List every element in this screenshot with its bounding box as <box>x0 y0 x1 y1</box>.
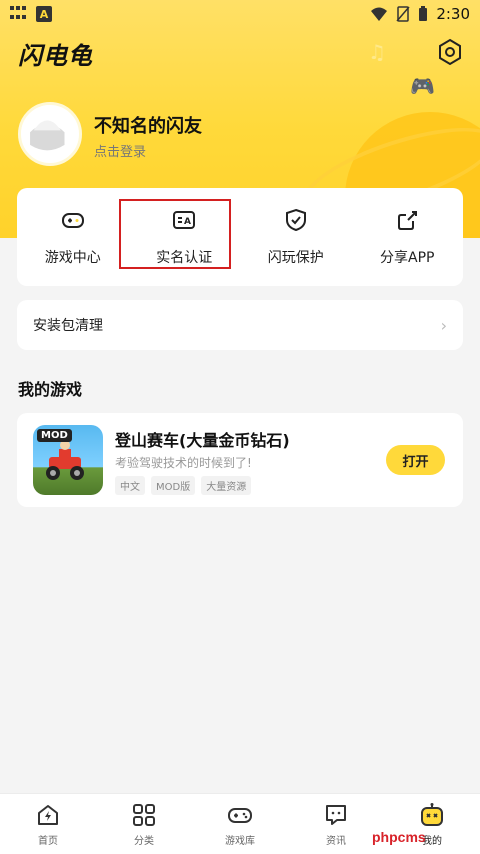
music-note-icon: ♫ <box>368 40 386 64</box>
news-chat-icon <box>326 804 346 825</box>
category-grid-icon <box>133 803 155 826</box>
mod-badge: MOD <box>37 429 72 442</box>
package-clean-row[interactable]: 安装包清理 › <box>17 300 463 350</box>
game-tag: 大量资源 <box>201 476 252 495</box>
nav-game-library[interactable]: 游戏库 <box>200 802 280 847</box>
gamepad-icon <box>228 807 252 823</box>
id-card-icon: A <box>173 211 196 229</box>
game-description: 考验驾驶技术的时候到了! <box>115 456 252 470</box>
quick-action-share[interactable]: 分享APP <box>352 207 462 267</box>
quick-action-game-center[interactable]: 游戏中心 <box>18 207 128 267</box>
watermark: phpcms <box>372 829 426 845</box>
status-bar: A 2:30 <box>0 0 480 28</box>
gamepad-icon <box>61 213 84 228</box>
login-hint[interactable]: 点击登录 <box>94 141 146 160</box>
gamepad-deco-icon: 🎮 <box>410 74 435 98</box>
home-lightning-icon <box>38 804 58 825</box>
app-title: 闪电龟 <box>18 42 93 70</box>
game-name: 登山赛车(大量金币钻石) <box>115 431 290 450</box>
username[interactable]: 不知名的闪友 <box>94 112 202 138</box>
game-tag: 中文 <box>115 476 145 495</box>
avatar[interactable] <box>18 102 82 166</box>
nav-home[interactable]: 首页 <box>8 802 88 847</box>
section-title-my-games: 我的游戏 <box>18 380 83 399</box>
package-clean-label: 安装包清理 <box>33 318 103 334</box>
quick-action-label: 闪玩保护 <box>267 250 324 266</box>
game-icon: MOD <box>33 425 103 495</box>
nav-news[interactable]: 资讯 <box>296 802 376 847</box>
quick-action-protection[interactable]: 闪玩保护 <box>241 207 351 267</box>
battery-icon <box>419 6 428 21</box>
nav-label: 游戏库 <box>225 835 255 847</box>
quick-action-label: 游戏中心 <box>44 250 101 266</box>
quick-action-label: 实名认证 <box>156 250 213 266</box>
quick-action-label: 分享APP <box>380 250 435 266</box>
game-card[interactable]: MOD 登山赛车(大量金币钻石) 考验驾驶技术的时候到了! 中文 MOD版 大量… <box>17 413 463 507</box>
status-time: 2:30 <box>436 5 470 23</box>
nav-category[interactable]: 分类 <box>104 802 184 847</box>
wifi-icon <box>371 7 388 21</box>
quick-actions-card: 游戏中心 A 实名认证 闪玩保护 分享APP <box>17 188 463 286</box>
nav-label: 首页 <box>38 835 58 847</box>
share-icon <box>398 211 418 230</box>
chevron-right-icon: › <box>440 315 447 335</box>
quick-action-real-name[interactable]: A 实名认证 <box>129 207 239 267</box>
robot-mascot-icon <box>421 802 443 826</box>
settings-icon[interactable] <box>436 38 464 66</box>
a-notification-icon: A <box>36 6 52 22</box>
app-grid-icon <box>10 6 28 22</box>
shield-check-icon <box>285 208 306 232</box>
game-tag: MOD版 <box>151 476 196 495</box>
no-sim-icon <box>396 6 410 22</box>
svg-text:A: A <box>184 217 191 227</box>
open-game-button[interactable]: 打开 <box>386 445 445 475</box>
game-tags: 中文 MOD版 大量资源 <box>115 476 252 495</box>
nav-label: 分类 <box>134 835 154 847</box>
nav-label: 资讯 <box>326 835 346 847</box>
